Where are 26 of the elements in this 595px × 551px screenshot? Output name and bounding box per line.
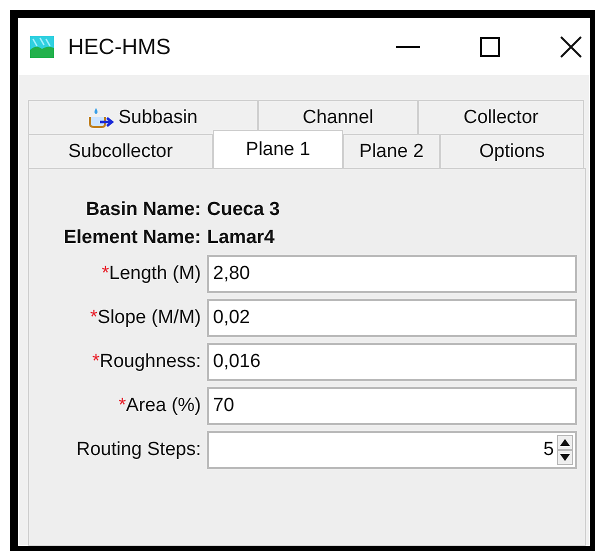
field-label: *Roughness: [92,351,201,373]
input-field[interactable]: 70 [207,387,577,425]
info-label: Element Name: [64,227,201,249]
tab[interactable]: Channel [258,100,418,134]
minimize-icon[interactable] [396,46,420,48]
info-label: Basin Name: [86,199,201,221]
info-value: Lamar4 [207,227,276,249]
spinner-field[interactable]: 5 [207,431,577,469]
tab[interactable]: Subbasin [28,100,258,134]
tab[interactable]: Plane 1 [213,130,343,168]
tab[interactable]: Collector [418,100,584,134]
field-label: Routing Steps: [76,439,201,461]
field-label: *Area (%) [118,395,201,417]
landscape-icon [30,36,54,58]
close-icon[interactable] [560,36,582,58]
window-title: HEC-HMS [68,34,171,60]
input-field[interactable]: 0,02 [207,299,577,337]
tab[interactable]: Plane 2 [343,134,440,168]
info-value: Cueca 3 [207,199,281,221]
tab[interactable]: Subcollector [28,134,213,168]
field-label: *Length (M) [102,263,201,285]
input-field[interactable]: 2,80 [207,255,577,293]
input-field[interactable]: 0,016 [207,343,577,381]
field-label: *Slope (M/M) [90,307,201,329]
maximize-icon[interactable] [480,36,500,56]
tab[interactable]: Options [440,134,584,168]
